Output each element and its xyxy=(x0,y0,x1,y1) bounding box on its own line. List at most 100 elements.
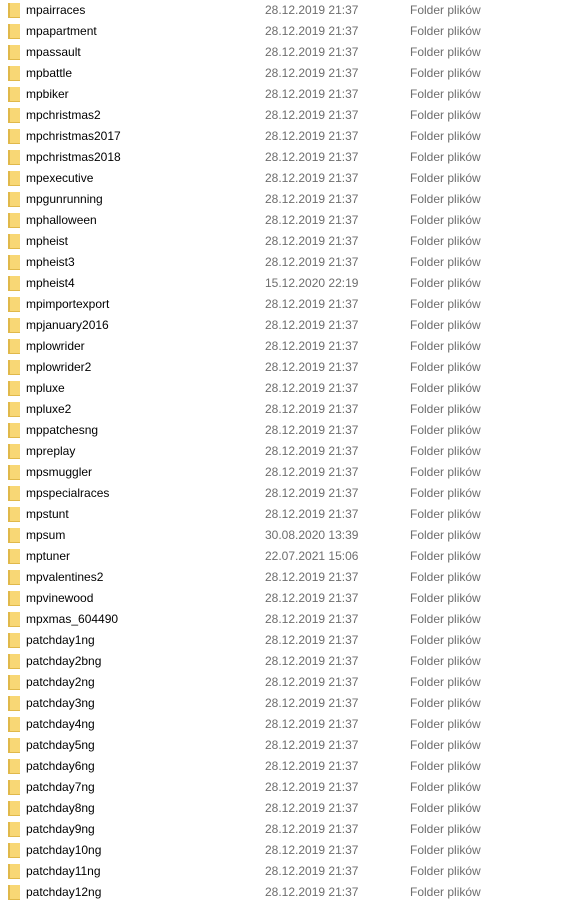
list-item[interactable]: patchday5ng 28.12.2019 21:37 Folder plik… xyxy=(0,735,582,756)
file-type: Folder plików xyxy=(410,171,481,185)
date-modified: 28.12.2019 21:37 xyxy=(265,171,359,185)
list-item[interactable]: patchday3ng 28.12.2019 21:37 Folder plik… xyxy=(0,693,582,714)
date-modified: 28.12.2019 21:37 xyxy=(265,633,359,647)
file-type: Folder plików xyxy=(410,486,481,500)
date-modified: 30.08.2020 13:39 xyxy=(265,528,359,542)
file-name: mpexecutive xyxy=(26,171,94,185)
folder-icon xyxy=(8,801,20,816)
folder-icon xyxy=(8,885,20,900)
date-modified: 28.12.2019 21:37 xyxy=(265,129,359,143)
list-item[interactable]: mpxmas_604490 28.12.2019 21:37 Folder pl… xyxy=(0,609,582,630)
file-type: Folder plików xyxy=(410,360,481,374)
folder-icon xyxy=(8,339,20,354)
folder-icon xyxy=(8,360,20,375)
list-item[interactable]: mpbattle 28.12.2019 21:37 Folder plików xyxy=(0,63,582,84)
list-item[interactable]: patchday1ng 28.12.2019 21:37 Folder plik… xyxy=(0,630,582,651)
file-type: Folder plików xyxy=(410,423,481,437)
file-name: mpspecialraces xyxy=(26,486,110,500)
file-name: patchday5ng xyxy=(26,738,95,752)
folder-icon xyxy=(8,717,20,732)
file-type: Folder plików xyxy=(410,3,481,17)
list-item[interactable]: mpjanuary2016 28.12.2019 21:37 Folder pl… xyxy=(0,315,582,336)
date-modified: 28.12.2019 21:37 xyxy=(265,780,359,794)
folder-icon xyxy=(8,444,20,459)
list-item[interactable]: mplowrider2 28.12.2019 21:37 Folder plik… xyxy=(0,357,582,378)
file-type: Folder plików xyxy=(410,612,481,626)
folder-icon xyxy=(8,3,20,18)
date-modified: 28.12.2019 21:37 xyxy=(265,234,359,248)
file-type: Folder plików xyxy=(410,864,481,878)
list-item[interactable]: patchday11ng 28.12.2019 21:37 Folder pli… xyxy=(0,861,582,882)
date-modified: 28.12.2019 21:37 xyxy=(265,423,359,437)
list-item[interactable]: mpchristmas2018 28.12.2019 21:37 Folder … xyxy=(0,147,582,168)
list-item[interactable]: mpsum 30.08.2020 13:39 Folder plików xyxy=(0,525,582,546)
list-item[interactable]: mpchristmas2 28.12.2019 21:37 Folder pli… xyxy=(0,105,582,126)
file-type: Folder plików xyxy=(410,822,481,836)
list-item[interactable]: mpapartment 28.12.2019 21:37 Folder plik… xyxy=(0,21,582,42)
file-name: mplowrider xyxy=(26,339,85,353)
list-item[interactable]: mpspecialraces 28.12.2019 21:37 Folder p… xyxy=(0,483,582,504)
folder-icon xyxy=(8,486,20,501)
file-name: patchday4ng xyxy=(26,717,95,731)
list-item[interactable]: mpassault 28.12.2019 21:37 Folder plików xyxy=(0,42,582,63)
file-type: Folder plików xyxy=(410,591,481,605)
folder-icon xyxy=(8,549,20,564)
date-modified: 28.12.2019 21:37 xyxy=(265,402,359,416)
file-name: mpluxe2 xyxy=(26,402,72,416)
list-item[interactable]: mpchristmas2017 28.12.2019 21:37 Folder … xyxy=(0,126,582,147)
file-name: patchday7ng xyxy=(26,780,95,794)
folder-icon xyxy=(8,738,20,753)
list-item[interactable]: patchday2bng 28.12.2019 21:37 Folder pli… xyxy=(0,651,582,672)
file-name: mpheist3 xyxy=(26,255,75,269)
list-item[interactable]: mptuner 22.07.2021 15:06 Folder plików xyxy=(0,546,582,567)
list-item[interactable]: mpgunrunning 28.12.2019 21:37 Folder pli… xyxy=(0,189,582,210)
list-item[interactable]: mpvalentines2 28.12.2019 21:37 Folder pl… xyxy=(0,567,582,588)
list-item[interactable]: mpsmuggler 28.12.2019 21:37 Folder plikó… xyxy=(0,462,582,483)
folder-icon xyxy=(8,297,20,312)
folder-icon xyxy=(8,423,20,438)
date-modified: 28.12.2019 21:37 xyxy=(265,360,359,374)
list-item[interactable]: mpimportexport 28.12.2019 21:37 Folder p… xyxy=(0,294,582,315)
list-item[interactable]: mpreplay 28.12.2019 21:37 Folder plików xyxy=(0,441,582,462)
list-item[interactable]: mplowrider 28.12.2019 21:37 Folder plikó… xyxy=(0,336,582,357)
list-item[interactable]: patchday8ng 28.12.2019 21:37 Folder plik… xyxy=(0,798,582,819)
date-modified: 28.12.2019 21:37 xyxy=(265,738,359,752)
folder-icon xyxy=(8,213,20,228)
list-item[interactable]: mpexecutive 28.12.2019 21:37 Folder plik… xyxy=(0,168,582,189)
file-type: Folder plików xyxy=(410,444,481,458)
date-modified: 28.12.2019 21:37 xyxy=(265,255,359,269)
date-modified: 15.12.2020 22:19 xyxy=(265,276,359,290)
list-item[interactable]: patchday7ng 28.12.2019 21:37 Folder plik… xyxy=(0,777,582,798)
list-item[interactable]: patchday6ng 28.12.2019 21:37 Folder plik… xyxy=(0,756,582,777)
file-type: Folder plików xyxy=(410,255,481,269)
file-name: mpluxe xyxy=(26,381,65,395)
list-item[interactable]: mpheist4 15.12.2020 22:19 Folder plików xyxy=(0,273,582,294)
file-name: patchday1ng xyxy=(26,633,95,647)
list-item[interactable]: patchday4ng 28.12.2019 21:37 Folder plik… xyxy=(0,714,582,735)
list-item[interactable]: mpvinewood 28.12.2019 21:37 Folder plikó… xyxy=(0,588,582,609)
list-item[interactable]: mpheist 28.12.2019 21:37 Folder plików xyxy=(0,231,582,252)
file-type: Folder plików xyxy=(410,717,481,731)
folder-icon xyxy=(8,633,20,648)
file-type: Folder plików xyxy=(410,633,481,647)
list-item[interactable]: mpairraces 28.12.2019 21:37 Folder plikó… xyxy=(0,0,582,21)
file-type: Folder plików xyxy=(410,339,481,353)
list-item[interactable]: patchday9ng 28.12.2019 21:37 Folder plik… xyxy=(0,819,582,840)
list-item[interactable]: mpluxe2 28.12.2019 21:37 Folder plików xyxy=(0,399,582,420)
file-type: Folder plików xyxy=(410,759,481,773)
file-type: Folder plików xyxy=(410,507,481,521)
list-item[interactable]: mphalloween 28.12.2019 21:37 Folder plik… xyxy=(0,210,582,231)
list-item[interactable]: mpstunt 28.12.2019 21:37 Folder plików xyxy=(0,504,582,525)
list-item[interactable]: patchday10ng 28.12.2019 21:37 Folder pli… xyxy=(0,840,582,861)
list-item[interactable]: mppatchesng 28.12.2019 21:37 Folder plik… xyxy=(0,420,582,441)
file-type: Folder plików xyxy=(410,549,481,563)
list-item[interactable]: mpluxe 28.12.2019 21:37 Folder plików xyxy=(0,378,582,399)
folder-icon xyxy=(8,381,20,396)
list-item[interactable]: patchday2ng 28.12.2019 21:37 Folder plik… xyxy=(0,672,582,693)
list-item[interactable]: patchday12ng 28.12.2019 21:37 Folder pli… xyxy=(0,882,582,901)
folder-icon xyxy=(8,108,20,123)
list-item[interactable]: mpheist3 28.12.2019 21:37 Folder plików xyxy=(0,252,582,273)
file-name: mpstunt xyxy=(26,507,69,521)
list-item[interactable]: mpbiker 28.12.2019 21:37 Folder plików xyxy=(0,84,582,105)
file-name: patchday2bng xyxy=(26,654,102,668)
